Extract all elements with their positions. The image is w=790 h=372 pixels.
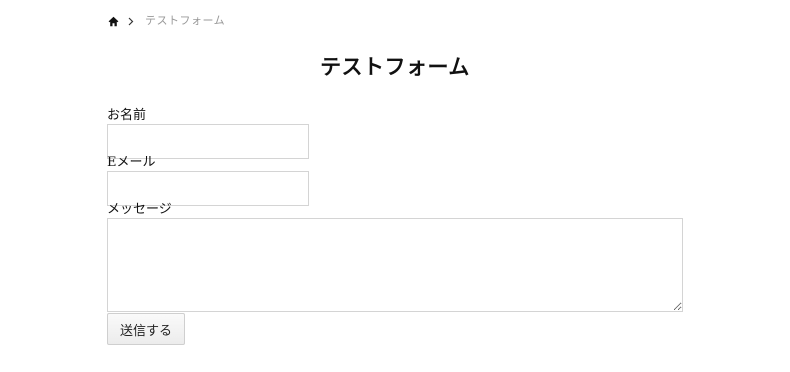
chevron-right-icon	[126, 15, 136, 27]
message-textarea[interactable]	[107, 218, 683, 312]
breadcrumb: テストフォーム	[107, 13, 225, 29]
contact-form: お名前 Eメール メッセージ 送信する	[107, 108, 687, 345]
page: テストフォーム テストフォーム お名前 Eメール メッセージ 送信する	[0, 0, 790, 372]
name-input[interactable]	[107, 124, 309, 159]
submit-button[interactable]: 送信する	[107, 313, 185, 345]
name-label: お名前	[107, 108, 147, 123]
email-input[interactable]	[107, 171, 309, 206]
message-label: メッセージ	[107, 202, 172, 217]
page-title: テストフォーム	[320, 54, 470, 79]
home-icon[interactable]	[107, 15, 119, 27]
email-label: Eメール	[107, 155, 156, 170]
breadcrumb-current: テストフォーム	[145, 14, 226, 27]
